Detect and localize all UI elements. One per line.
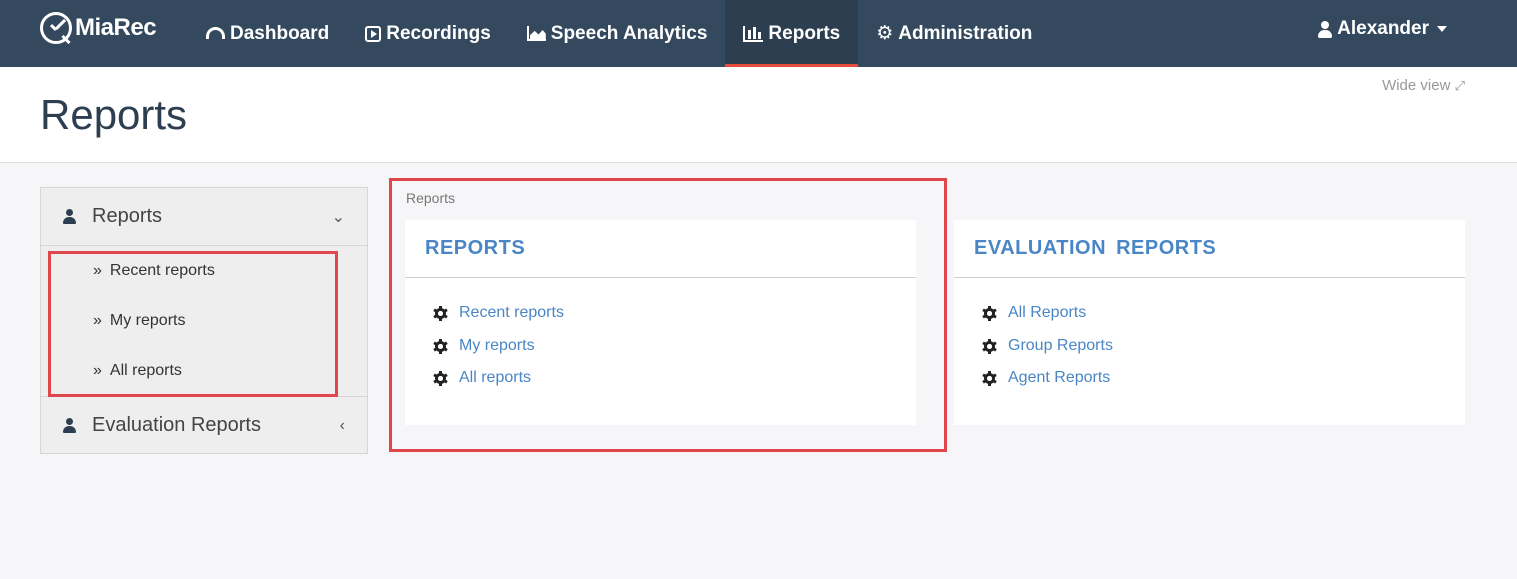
link-agent-reports[interactable]: Agent Reports — [982, 369, 1111, 387]
user-name: Alexander — [1337, 18, 1429, 39]
sidebar-item-all-reports[interactable]: » All reports — [41, 346, 367, 396]
user-icon — [1318, 20, 1333, 38]
panel-title: EVALUATION REPORTS — [974, 237, 1217, 259]
wide-view-toggle[interactable]: Wide view ⤢ — [1382, 77, 1465, 94]
top-navbar: MiaRec Dashboard Recordings Speech Analy… — [0, 0, 1517, 67]
user-menu[interactable]: Alexander — [1318, 0, 1447, 58]
page-header: Reports Wide view ⤢ — [0, 67, 1517, 163]
link-group-reports[interactable]: Group Reports — [982, 337, 1113, 355]
nav-speech-analytics[interactable]: Speech Analytics — [509, 0, 726, 67]
nav-recordings[interactable]: Recordings — [347, 0, 509, 67]
sidebar: Reports ⌄ » Recent reports » My reports … — [40, 187, 368, 454]
expand-icon: ⤢ — [1454, 78, 1465, 93]
evaluation-reports-panel: EVALUATION REPORTS All Reports Group Rep… — [954, 220, 1465, 425]
link-label: Recent reports — [459, 304, 564, 321]
link-label: Group Reports — [1008, 337, 1113, 354]
reports-panel: REPORTS Recent reports My reports All re… — [405, 220, 916, 425]
double-chevron-right-icon: » — [93, 362, 102, 379]
link-label: All Reports — [1008, 304, 1087, 321]
link-all-evaluation-reports[interactable]: All Reports — [982, 304, 1087, 322]
nav-administration-label: Administration — [898, 22, 1033, 44]
sidebar-group-label: Reports — [92, 205, 163, 227]
dashboard-icon — [206, 26, 225, 39]
gear-icon — [433, 305, 448, 321]
gear-icon: ⚙ — [876, 23, 894, 44]
caret-down-icon — [1437, 26, 1447, 32]
brand-logo[interactable]: MiaRec — [40, 10, 157, 46]
main-nav: Dashboard Recordings Speech Analytics Re… — [188, 0, 1050, 67]
miarec-logo-icon — [40, 12, 72, 45]
sidebar-item-label: My reports — [109, 312, 186, 329]
play-square-icon — [365, 25, 382, 42]
nav-reports[interactable]: Reports — [725, 0, 859, 67]
sidebar-item-my-reports[interactable]: » My reports — [41, 296, 367, 346]
sidebar-item-label: All reports — [109, 362, 182, 379]
bar-chart-icon — [743, 25, 764, 42]
link-label: Agent Reports — [1008, 369, 1111, 386]
nav-reports-label: Reports — [768, 22, 841, 44]
link-label: My reports — [459, 337, 535, 354]
link-my-reports[interactable]: My reports — [433, 337, 535, 355]
wide-view-label: Wide view — [1382, 77, 1451, 94]
area-chart-icon — [526, 26, 546, 41]
double-chevron-right-icon: » — [93, 262, 102, 279]
gear-icon — [433, 338, 448, 354]
user-icon — [63, 418, 76, 433]
nav-speech-analytics-label: Speech Analytics — [550, 22, 708, 44]
sidebar-item-label: Recent reports — [109, 262, 215, 279]
gear-icon — [982, 338, 997, 354]
sidebar-group-evaluation-reports[interactable]: Evaluation Reports ‹ — [41, 397, 367, 454]
double-chevron-right-icon: » — [93, 312, 102, 329]
user-icon — [63, 209, 76, 224]
gear-icon — [982, 305, 997, 321]
chevron-down-icon: ⌄ — [331, 208, 345, 226]
panel-title: REPORTS — [425, 237, 526, 259]
nav-dashboard-label: Dashboard — [230, 22, 330, 44]
link-all-reports[interactable]: All reports — [433, 369, 532, 387]
breadcrumb: Reports — [406, 190, 456, 206]
page-title: Reports — [40, 91, 188, 138]
link-label: All reports — [459, 369, 532, 386]
nav-recordings-label: Recordings — [386, 22, 491, 44]
divider — [405, 277, 916, 278]
chevron-left-icon: ‹ — [339, 416, 345, 434]
sidebar-item-recent-reports[interactable]: » Recent reports — [41, 246, 367, 296]
nav-administration[interactable]: ⚙ Administration — [858, 0, 1050, 67]
gear-icon — [433, 370, 448, 386]
nav-dashboard[interactable]: Dashboard — [188, 0, 347, 67]
divider — [954, 277, 1465, 278]
link-recent-reports[interactable]: Recent reports — [433, 304, 564, 322]
sidebar-group-reports[interactable]: Reports ⌄ — [41, 188, 367, 245]
gear-icon — [982, 370, 997, 386]
sidebar-group-label: Evaluation Reports — [92, 414, 261, 436]
brand-name: MiaRec — [75, 14, 157, 41]
